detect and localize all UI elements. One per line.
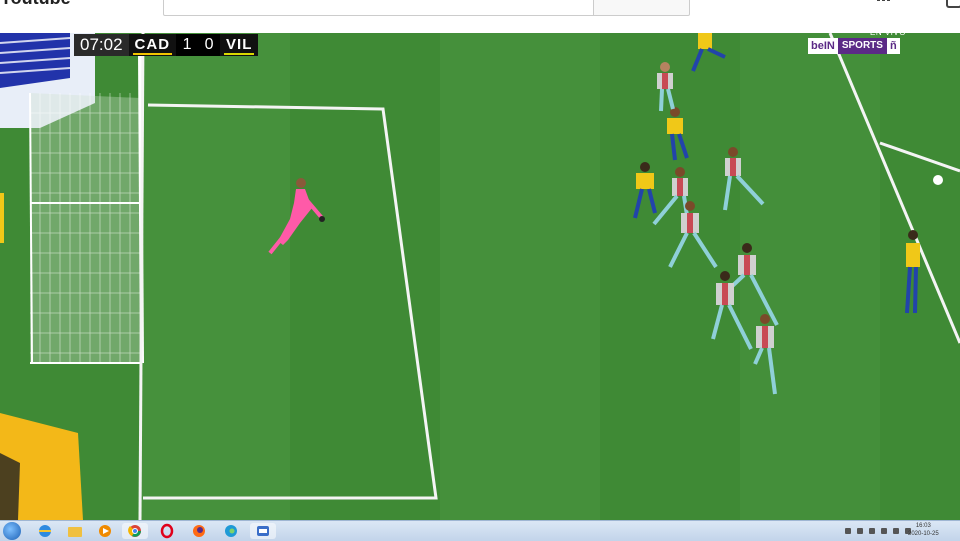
windows-taskbar: 16:03 2020-10-25 — [0, 520, 960, 541]
start-orb-icon[interactable] — [3, 522, 21, 540]
ball — [933, 175, 943, 185]
opera-icon[interactable] — [154, 523, 180, 539]
scoreboard: 07:02 CAD 1 0 VIL — [74, 34, 259, 56]
search-input[interactable] — [163, 0, 595, 16]
notifications-icon[interactable] — [946, 0, 960, 8]
clock-date: 2020-10-25 — [908, 531, 939, 537]
home-team-code: CAD — [129, 34, 177, 56]
brand-bein: beIN — [808, 38, 838, 54]
live-label: EN VIVO — [870, 28, 906, 37]
folder-icon[interactable] — [62, 523, 88, 539]
firefox-icon[interactable] — [186, 523, 212, 539]
app-icon[interactable] — [250, 523, 276, 539]
apps-grid-icon[interactable] — [877, 0, 891, 4]
away-score: 0 — [198, 34, 221, 56]
clock-time: 16:03 — [915, 523, 931, 529]
brand-language: ñ — [886, 38, 900, 54]
broadcaster-logo: beIN SPORTS ñ — [808, 38, 900, 54]
match-frame — [0, 33, 960, 520]
brand-sports: SPORTS — [837, 38, 887, 54]
video-player[interactable] — [0, 33, 960, 520]
media-player-icon[interactable] — [92, 523, 118, 539]
chrome-icon[interactable] — [122, 523, 148, 539]
away-team-code: VIL — [220, 34, 258, 56]
ie-icon[interactable] — [32, 523, 58, 539]
site-logo[interactable]: Youtube — [0, 0, 71, 9]
edge-icon[interactable] — [218, 523, 244, 539]
match-clock: 07:02 — [74, 34, 129, 56]
search-button[interactable] — [593, 0, 690, 16]
system-tray[interactable] — [845, 522, 911, 540]
system-clock[interactable]: 16:03 2020-10-25 — [908, 522, 939, 538]
home-score: 1 — [176, 34, 199, 56]
goal-net — [29, 52, 144, 364]
browser-topbar: Youtube — [0, 0, 960, 33]
